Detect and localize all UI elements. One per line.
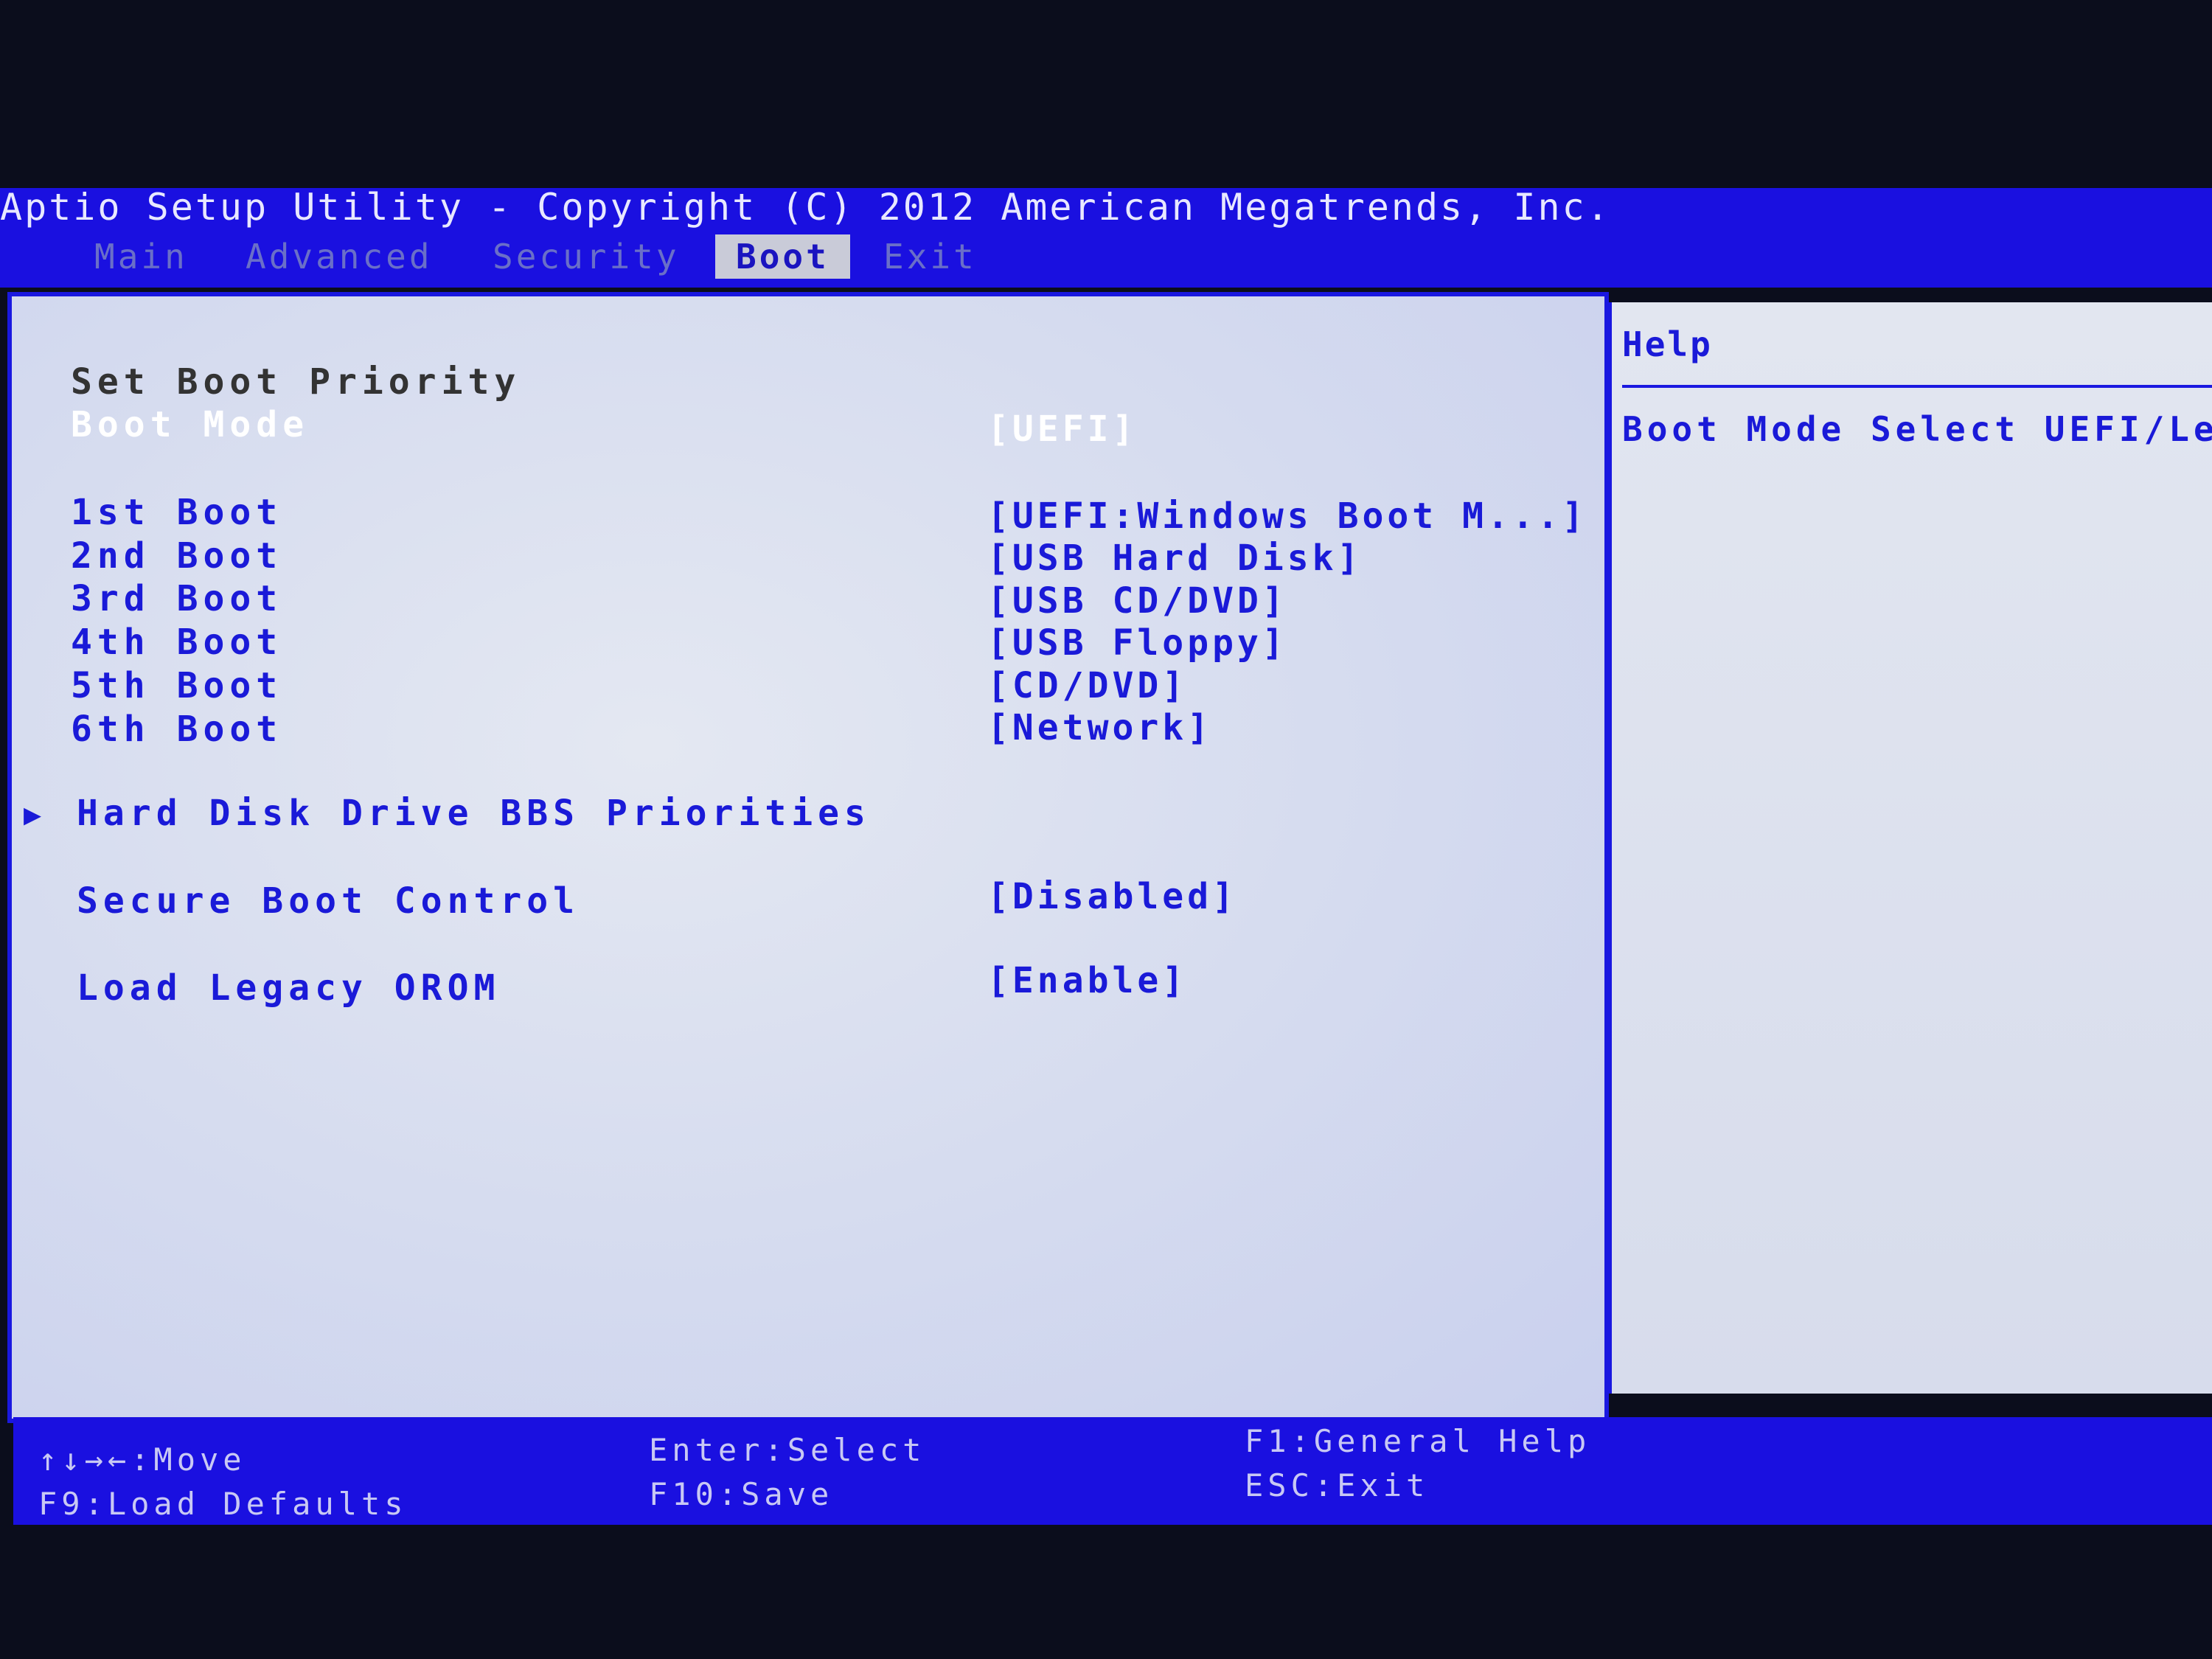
- key-exit: ESC:Exit: [1245, 1467, 1430, 1503]
- secure-boot-control-value[interactable]: [Disabled]: [987, 876, 1237, 917]
- boot-4-value[interactable]: [USB Floppy]: [987, 622, 1287, 664]
- boot-3-label[interactable]: 3rd Boot: [71, 578, 282, 619]
- load-legacy-orom-label[interactable]: Load Legacy OROM: [77, 967, 500, 1009]
- tab-advanced[interactable]: Advanced: [225, 234, 453, 279]
- key-select: Enter:Select: [649, 1432, 926, 1468]
- triangle-right-icon: ▶: [24, 798, 42, 832]
- boot-5-value[interactable]: [CD/DVD]: [987, 665, 1187, 706]
- key-load-defaults: F9:Load Defaults: [38, 1486, 408, 1522]
- boot-1-value[interactable]: [UEFI:Windows Boot M...]: [987, 495, 1587, 537]
- boot-6-label[interactable]: 6th Boot: [71, 709, 282, 750]
- app-title: Aptio Setup Utility - Copyright (C) 2012…: [0, 186, 1611, 229]
- boot-6-value[interactable]: [Network]: [987, 707, 1212, 748]
- boot-3-value[interactable]: [USB CD/DVD]: [987, 580, 1287, 622]
- tab-boot[interactable]: Boot: [715, 234, 850, 279]
- tab-exit[interactable]: Exit: [863, 234, 998, 279]
- key-general-help: F1:General Help: [1245, 1423, 1591, 1459]
- boot-4-label[interactable]: 4th Boot: [71, 622, 282, 663]
- help-panel: [1607, 302, 2212, 1394]
- settings-panel: [7, 292, 1609, 1423]
- boot-mode-label[interactable]: Boot Mode: [71, 404, 309, 445]
- hdd-bbs-priorities-submenu[interactable]: Hard Disk Drive BBS Priorities: [77, 793, 871, 834]
- boot-5-label[interactable]: 5th Boot: [71, 665, 282, 706]
- key-save: F10:Save: [649, 1476, 834, 1512]
- boot-mode-value[interactable]: [UEFI]: [987, 408, 1137, 450]
- load-legacy-orom-value[interactable]: [Enable]: [987, 960, 1187, 1001]
- key-move: ↑↓→←:Move: [38, 1441, 246, 1478]
- section-title: Set Boot Priority: [71, 361, 521, 403]
- tab-security[interactable]: Security: [472, 234, 700, 279]
- secure-boot-control-label[interactable]: Secure Boot Control: [77, 880, 580, 922]
- boot-1-label[interactable]: 1st Boot: [71, 492, 282, 533]
- help-text: Boot Mode Select UEFI/Leg: [1622, 409, 2212, 449]
- help-title: Help: [1622, 324, 1713, 364]
- tab-main[interactable]: Main: [74, 234, 209, 279]
- boot-2-label[interactable]: 2nd Boot: [71, 535, 282, 577]
- help-divider: [1622, 385, 2212, 388]
- boot-2-value[interactable]: [USB Hard Disk]: [987, 538, 1362, 579]
